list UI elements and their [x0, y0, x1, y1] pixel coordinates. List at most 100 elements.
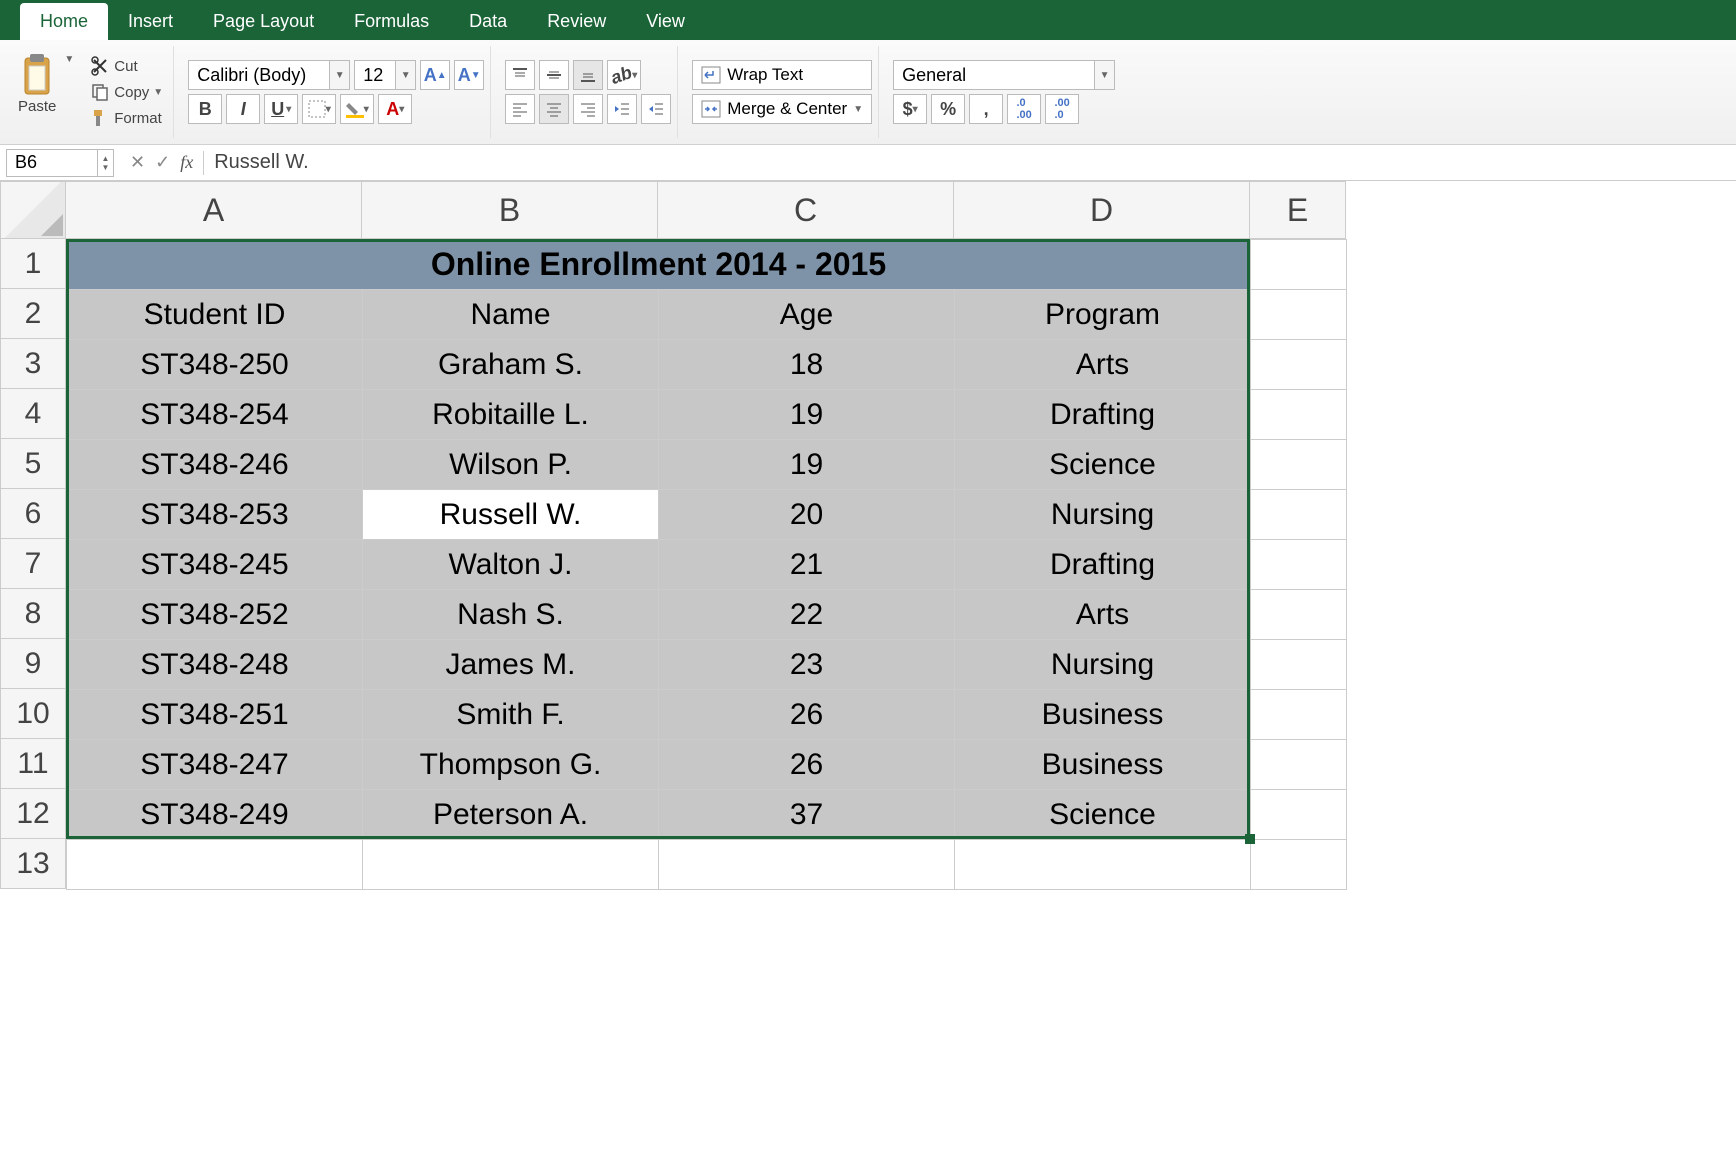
cell-B11[interactable]: Thompson G.	[363, 740, 659, 790]
copy-button[interactable]: Copy▼	[86, 80, 167, 104]
row-header-9[interactable]: 9	[0, 639, 66, 689]
name-box[interactable]: ▲▼	[6, 149, 114, 177]
borders-button[interactable]: ▾	[302, 94, 336, 124]
row-header-5[interactable]: 5	[0, 439, 66, 489]
cell-A5[interactable]: ST348-246	[67, 440, 363, 490]
tab-formulas[interactable]: Formulas	[334, 3, 449, 40]
cell-A11[interactable]: ST348-247	[67, 740, 363, 790]
cell-D4[interactable]: Drafting	[955, 390, 1251, 440]
cell-D9[interactable]: Nursing	[955, 640, 1251, 690]
cell-C12[interactable]: 37	[659, 790, 955, 840]
cell-C4[interactable]: 19	[659, 390, 955, 440]
cell-A10[interactable]: ST348-251	[67, 690, 363, 740]
column-label-student-id[interactable]: Student ID	[67, 290, 363, 340]
row-header-11[interactable]: 11	[0, 739, 66, 789]
cell-A4[interactable]: ST348-254	[67, 390, 363, 440]
tab-review[interactable]: Review	[527, 3, 626, 40]
cell-A13[interactable]	[67, 840, 363, 890]
tab-view[interactable]: View	[626, 3, 705, 40]
cell-D12[interactable]: Science	[955, 790, 1251, 840]
align-right-button[interactable]	[573, 94, 603, 124]
cell-E5[interactable]	[1251, 440, 1347, 490]
bold-button[interactable]: B	[188, 94, 222, 124]
cell-A3[interactable]: ST348-250	[67, 340, 363, 390]
fx-icon[interactable]: fx	[180, 152, 193, 173]
cell-B5[interactable]: Wilson P.	[363, 440, 659, 490]
cell-B10[interactable]: Smith F.	[363, 690, 659, 740]
cell-E1[interactable]	[1251, 240, 1347, 290]
enter-icon[interactable]: ✓	[155, 152, 170, 173]
cell-A12[interactable]: ST348-249	[67, 790, 363, 840]
cell-D5[interactable]: Science	[955, 440, 1251, 490]
decrease-indent-button[interactable]	[607, 94, 637, 124]
row-header-1[interactable]: 1	[0, 239, 66, 289]
cell-E10[interactable]	[1251, 690, 1347, 740]
cell-E2[interactable]	[1251, 290, 1347, 340]
cell-C13[interactable]	[659, 840, 955, 890]
cell-C8[interactable]: 22	[659, 590, 955, 640]
cell-D10[interactable]: Business	[955, 690, 1251, 740]
cell-D3[interactable]: Arts	[955, 340, 1251, 390]
cell-B7[interactable]: Walton J.	[363, 540, 659, 590]
cell-E12[interactable]	[1251, 790, 1347, 840]
table-title[interactable]: Online Enrollment 2014 - 2015	[67, 240, 1251, 290]
cell-B8[interactable]: Nash S.	[363, 590, 659, 640]
tab-home[interactable]: Home	[20, 3, 108, 40]
column-label-program[interactable]: Program	[955, 290, 1251, 340]
cell-D8[interactable]: Arts	[955, 590, 1251, 640]
italic-button[interactable]: I	[226, 94, 260, 124]
format-painter-button[interactable]: Format	[86, 106, 167, 130]
font-size-combo[interactable]: ▼	[354, 60, 416, 90]
row-header-2[interactable]: 2	[0, 289, 66, 339]
row-header-7[interactable]: 7	[0, 539, 66, 589]
cell-D13[interactable]	[955, 840, 1251, 890]
cell-C9[interactable]: 23	[659, 640, 955, 690]
fill-color-button[interactable]: ▾	[340, 94, 374, 124]
align-middle-button[interactable]	[539, 60, 569, 90]
cell-E11[interactable]	[1251, 740, 1347, 790]
cell-C7[interactable]: 21	[659, 540, 955, 590]
column-header-C[interactable]: C	[658, 181, 954, 239]
font-color-button[interactable]: A▾	[378, 94, 412, 124]
percent-button[interactable]: %	[931, 94, 965, 124]
row-header-10[interactable]: 10	[0, 689, 66, 739]
row-header-13[interactable]: 13	[0, 839, 66, 889]
cell-E8[interactable]	[1251, 590, 1347, 640]
cell-E13[interactable]	[1251, 840, 1347, 890]
column-label-age[interactable]: Age	[659, 290, 955, 340]
row-header-6[interactable]: 6	[0, 489, 66, 539]
number-format-combo[interactable]: ▼	[893, 60, 1115, 90]
cell-C3[interactable]: 18	[659, 340, 955, 390]
cell-D7[interactable]: Drafting	[955, 540, 1251, 590]
cell-C10[interactable]: 26	[659, 690, 955, 740]
cell-B3[interactable]: Graham S.	[363, 340, 659, 390]
tab-insert[interactable]: Insert	[108, 3, 193, 40]
column-header-D[interactable]: D	[954, 181, 1250, 239]
cell-A9[interactable]: ST348-248	[67, 640, 363, 690]
underline-button[interactable]: U▾	[264, 94, 298, 124]
formula-input[interactable]: Russell W.	[204, 151, 1736, 174]
column-header-E[interactable]: E	[1250, 181, 1346, 239]
align-left-button[interactable]	[505, 94, 535, 124]
cell-D11[interactable]: Business	[955, 740, 1251, 790]
increase-indent-button[interactable]	[641, 94, 671, 124]
cell-C6[interactable]: 20	[659, 490, 955, 540]
cell-E4[interactable]	[1251, 390, 1347, 440]
cell-B9[interactable]: James M.	[363, 640, 659, 690]
cancel-icon[interactable]: ✕	[130, 152, 145, 173]
currency-button[interactable]: $▾	[893, 94, 927, 124]
cell-B4[interactable]: Robitaille L.	[363, 390, 659, 440]
row-header-8[interactable]: 8	[0, 589, 66, 639]
orientation-button[interactable]: ab▾	[607, 60, 641, 90]
cell-A8[interactable]: ST348-252	[67, 590, 363, 640]
cell-E9[interactable]	[1251, 640, 1347, 690]
cell-A7[interactable]: ST348-245	[67, 540, 363, 590]
cell-B6[interactable]: Russell W.	[363, 490, 659, 540]
align-center-button[interactable]	[539, 94, 569, 124]
column-label-name[interactable]: Name	[363, 290, 659, 340]
paste-button[interactable]	[19, 54, 55, 98]
column-header-A[interactable]: A	[66, 181, 362, 239]
increase-decimal-button[interactable]: .0.00	[1007, 94, 1041, 124]
cell-E7[interactable]	[1251, 540, 1347, 590]
row-header-12[interactable]: 12	[0, 789, 66, 839]
